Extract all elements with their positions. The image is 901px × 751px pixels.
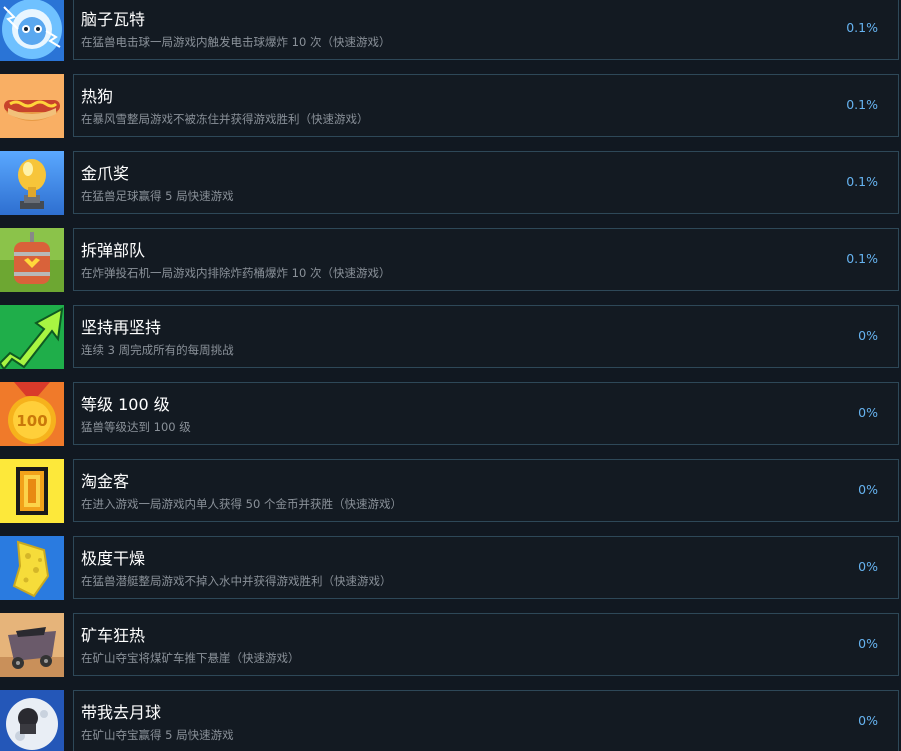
achievement-row[interactable]: 热狗 在暴风雪整局游戏不被冻住并获得游戏胜利（快速游戏） 0.1% bbox=[0, 74, 901, 141]
achievement-title: 拆弹部队 bbox=[81, 241, 146, 260]
achievement-description: 在矿山夺宝将煤矿车推下悬崖（快速游戏） bbox=[81, 651, 300, 665]
achievement-title: 矿车狂热 bbox=[81, 626, 146, 645]
electric-ball-icon bbox=[0, 0, 64, 61]
achievement-card: 金爪奖 在猛兽足球赢得 5 局快速游戏 0.1% bbox=[73, 151, 899, 214]
achievement-row[interactable]: 100 等级 100 级 猛兽等级达到 100 级 0% bbox=[0, 382, 901, 449]
achievement-unlock-percent: 0.1% bbox=[846, 251, 878, 266]
achievement-description: 在猛兽足球赢得 5 局快速游戏 bbox=[81, 189, 234, 203]
achievement-row[interactable]: 极度干燥 在猛兽潜艇整局游戏不掉入水中并获得游戏胜利（快速游戏） 0% bbox=[0, 536, 901, 603]
achievement-description: 在炸弹投石机一局游戏内排除炸药桶爆炸 10 次（快速游戏） bbox=[81, 266, 391, 280]
moon-icon bbox=[0, 690, 64, 751]
rising-arrow-icon bbox=[0, 305, 64, 369]
achievement-title: 热狗 bbox=[81, 87, 114, 106]
achievement-description: 在矿山夺宝赢得 5 局快速游戏 bbox=[81, 728, 234, 742]
achievement-card: 极度干燥 在猛兽潜艇整局游戏不掉入水中并获得游戏胜利（快速游戏） 0% bbox=[73, 536, 899, 599]
achievement-description: 在暴风雪整局游戏不被冻住并获得游戏胜利（快速游戏） bbox=[81, 112, 369, 126]
achievement-row[interactable]: 脑子瓦特 在猛兽电击球一局游戏内触发电击球爆炸 10 次（快速游戏） 0.1% bbox=[0, 0, 901, 64]
achievement-title: 金爪奖 bbox=[81, 164, 130, 183]
achievement-list: 脑子瓦特 在猛兽电击球一局游戏内触发电击球爆炸 10 次（快速游戏） 0.1% … bbox=[0, 0, 901, 751]
achievement-unlock-percent: 0% bbox=[858, 482, 878, 497]
achievement-unlock-percent: 0.1% bbox=[846, 97, 878, 112]
mine-cart-icon bbox=[0, 613, 64, 677]
achievement-description: 在猛兽电击球一局游戏内触发电击球爆炸 10 次（快速游戏） bbox=[81, 35, 391, 49]
achievement-card: 热狗 在暴风雪整局游戏不被冻住并获得游戏胜利（快速游戏） 0.1% bbox=[73, 74, 899, 137]
achievement-unlock-percent: 0% bbox=[858, 559, 878, 574]
achievement-description: 在猛兽潜艇整局游戏不掉入水中并获得游戏胜利（快速游戏） bbox=[81, 574, 392, 588]
achievement-description: 连续 3 周完成所有的每周挑战 bbox=[81, 343, 234, 357]
achievement-card: 淘金客 在进入游戏一局游戏内单人获得 50 个金币并获胜（快速游戏） 0% bbox=[73, 459, 899, 522]
achievement-title: 坚持再坚持 bbox=[81, 318, 162, 337]
achievement-unlock-percent: 0% bbox=[858, 328, 878, 343]
achievement-description: 在进入游戏一局游戏内单人获得 50 个金币并获胜（快速游戏） bbox=[81, 497, 402, 511]
gold-coin-icon bbox=[0, 459, 64, 523]
golden-claw-trophy-icon bbox=[0, 151, 64, 215]
achievement-card: 矿车狂热 在矿山夺宝将煤矿车推下悬崖（快速游戏） 0% bbox=[73, 613, 899, 676]
achievement-row[interactable]: 带我去月球 在矿山夺宝赢得 5 局快速游戏 0% bbox=[0, 690, 901, 751]
achievement-card: 带我去月球 在矿山夺宝赢得 5 局快速游戏 0% bbox=[73, 690, 899, 751]
achievement-unlock-percent: 0% bbox=[858, 636, 878, 651]
sponge-icon bbox=[0, 536, 64, 600]
achievement-title: 脑子瓦特 bbox=[81, 10, 146, 29]
achievement-title: 带我去月球 bbox=[81, 703, 162, 722]
level-100-medal-icon: 100 bbox=[0, 382, 64, 446]
achievement-title: 淘金客 bbox=[81, 472, 130, 491]
achievement-card: 脑子瓦特 在猛兽电击球一局游戏内触发电击球爆炸 10 次（快速游戏） 0.1% bbox=[73, 0, 899, 60]
bomb-barrel-icon bbox=[0, 228, 64, 292]
svg-text:100: 100 bbox=[16, 412, 47, 430]
achievement-row[interactable]: 金爪奖 在猛兽足球赢得 5 局快速游戏 0.1% bbox=[0, 151, 901, 218]
achievement-description: 猛兽等级达到 100 级 bbox=[81, 420, 191, 434]
achievement-card: 拆弹部队 在炸弹投石机一局游戏内排除炸药桶爆炸 10 次（快速游戏） 0.1% bbox=[73, 228, 899, 291]
achievement-unlock-percent: 0.1% bbox=[846, 20, 878, 35]
achievement-unlock-percent: 0.1% bbox=[846, 174, 878, 189]
achievement-row[interactable]: 矿车狂热 在矿山夺宝将煤矿车推下悬崖（快速游戏） 0% bbox=[0, 613, 901, 680]
achievement-row[interactable]: 坚持再坚持 连续 3 周完成所有的每周挑战 0% bbox=[0, 305, 901, 372]
achievement-card: 坚持再坚持 连续 3 周完成所有的每周挑战 0% bbox=[73, 305, 899, 368]
achievement-row[interactable]: 拆弹部队 在炸弹投石机一局游戏内排除炸药桶爆炸 10 次（快速游戏） 0.1% bbox=[0, 228, 901, 295]
hotdog-icon bbox=[0, 74, 64, 138]
achievement-unlock-percent: 0% bbox=[858, 405, 878, 420]
achievement-card: 等级 100 级 猛兽等级达到 100 级 0% bbox=[73, 382, 899, 445]
achievement-unlock-percent: 0% bbox=[858, 713, 878, 728]
achievement-title: 极度干燥 bbox=[81, 549, 146, 568]
achievement-title: 等级 100 级 bbox=[81, 395, 170, 414]
achievement-row[interactable]: 淘金客 在进入游戏一局游戏内单人获得 50 个金币并获胜（快速游戏） 0% bbox=[0, 459, 901, 526]
